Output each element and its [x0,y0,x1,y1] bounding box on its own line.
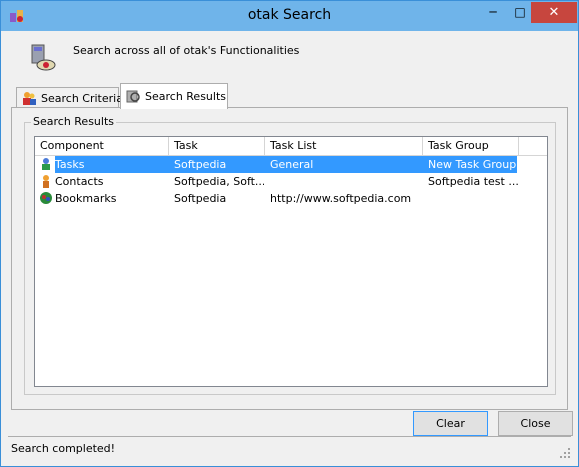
dialog-content: Search across all of otak's Functionalit… [8,31,573,461]
cell-task-list: http://www.softpedia.com [270,192,412,205]
header-description: Search across all of otak's Functionalit… [73,44,300,57]
cell-component: Bookmarks [55,192,117,205]
column-header-task-group[interactable]: Task Group [423,137,519,155]
contacts-icon [43,175,49,188]
tab-search-results[interactable]: Search Results [120,83,228,109]
maximize-button[interactable]: □ [507,2,533,23]
status-text: Search completed! [11,442,116,455]
column-header-task[interactable]: Task [169,137,265,155]
cell-component: Contacts [55,175,104,188]
status-bar: Search completed! [8,436,571,459]
cell-component: Tasks [55,158,85,171]
search-results-panel: Search Results Component Task Task List … [11,107,568,410]
close-window-button[interactable]: ✕ [531,2,577,23]
people-icon [23,92,36,105]
tab-search-criteria[interactable]: Search Criteria [16,87,123,109]
search-results-groupbox: Search Results Component Task Task List … [24,115,556,395]
tasks-icon [42,158,50,170]
column-header-component[interactable]: Component [35,137,169,155]
cell-task: Softpedia [174,158,227,171]
cell-task-group: Softpedia test ... [428,175,518,188]
column-header-filler [519,137,547,155]
tab-search-results-label: Search Results [145,90,227,103]
tab-search-criteria-label: Search Criteria [41,92,123,105]
search-results-icon [126,90,140,103]
clear-button[interactable]: Clear [413,411,488,436]
cell-task-list: General [270,158,314,171]
resize-grip-icon[interactable] [559,447,571,459]
header-panel: Search across all of otak's Functionalit… [8,31,571,81]
groupbox-label: Search Results [31,115,117,128]
cell-task-group: New Task Group [428,158,517,171]
search-database-icon [31,44,56,71]
close-button[interactable]: Close [498,411,573,436]
bookmarks-icon [40,192,52,204]
table-row[interactable]: Tasks Softpedia General New Task Group [35,156,547,173]
title-bar[interactable]: otak Search ─ □ ✕ [1,1,578,31]
list-header: Component Task Task List Task Group [35,137,547,156]
cell-task: Softpedia [174,192,227,205]
otak-search-window: otak Search ─ □ ✕ Search across all of o… [0,0,579,467]
results-list[interactable]: Component Task Task List Task Group Task… [34,136,548,387]
cell-task: Softpedia, Soft... [174,175,264,188]
minimize-button[interactable]: ─ [480,2,506,23]
column-header-task-list[interactable]: Task List [265,137,423,155]
table-row[interactable]: Bookmarks Softpedia http://www.softpedia… [35,190,547,207]
table-row[interactable]: Contacts Softpedia, Soft... Softpedia te… [35,173,547,190]
